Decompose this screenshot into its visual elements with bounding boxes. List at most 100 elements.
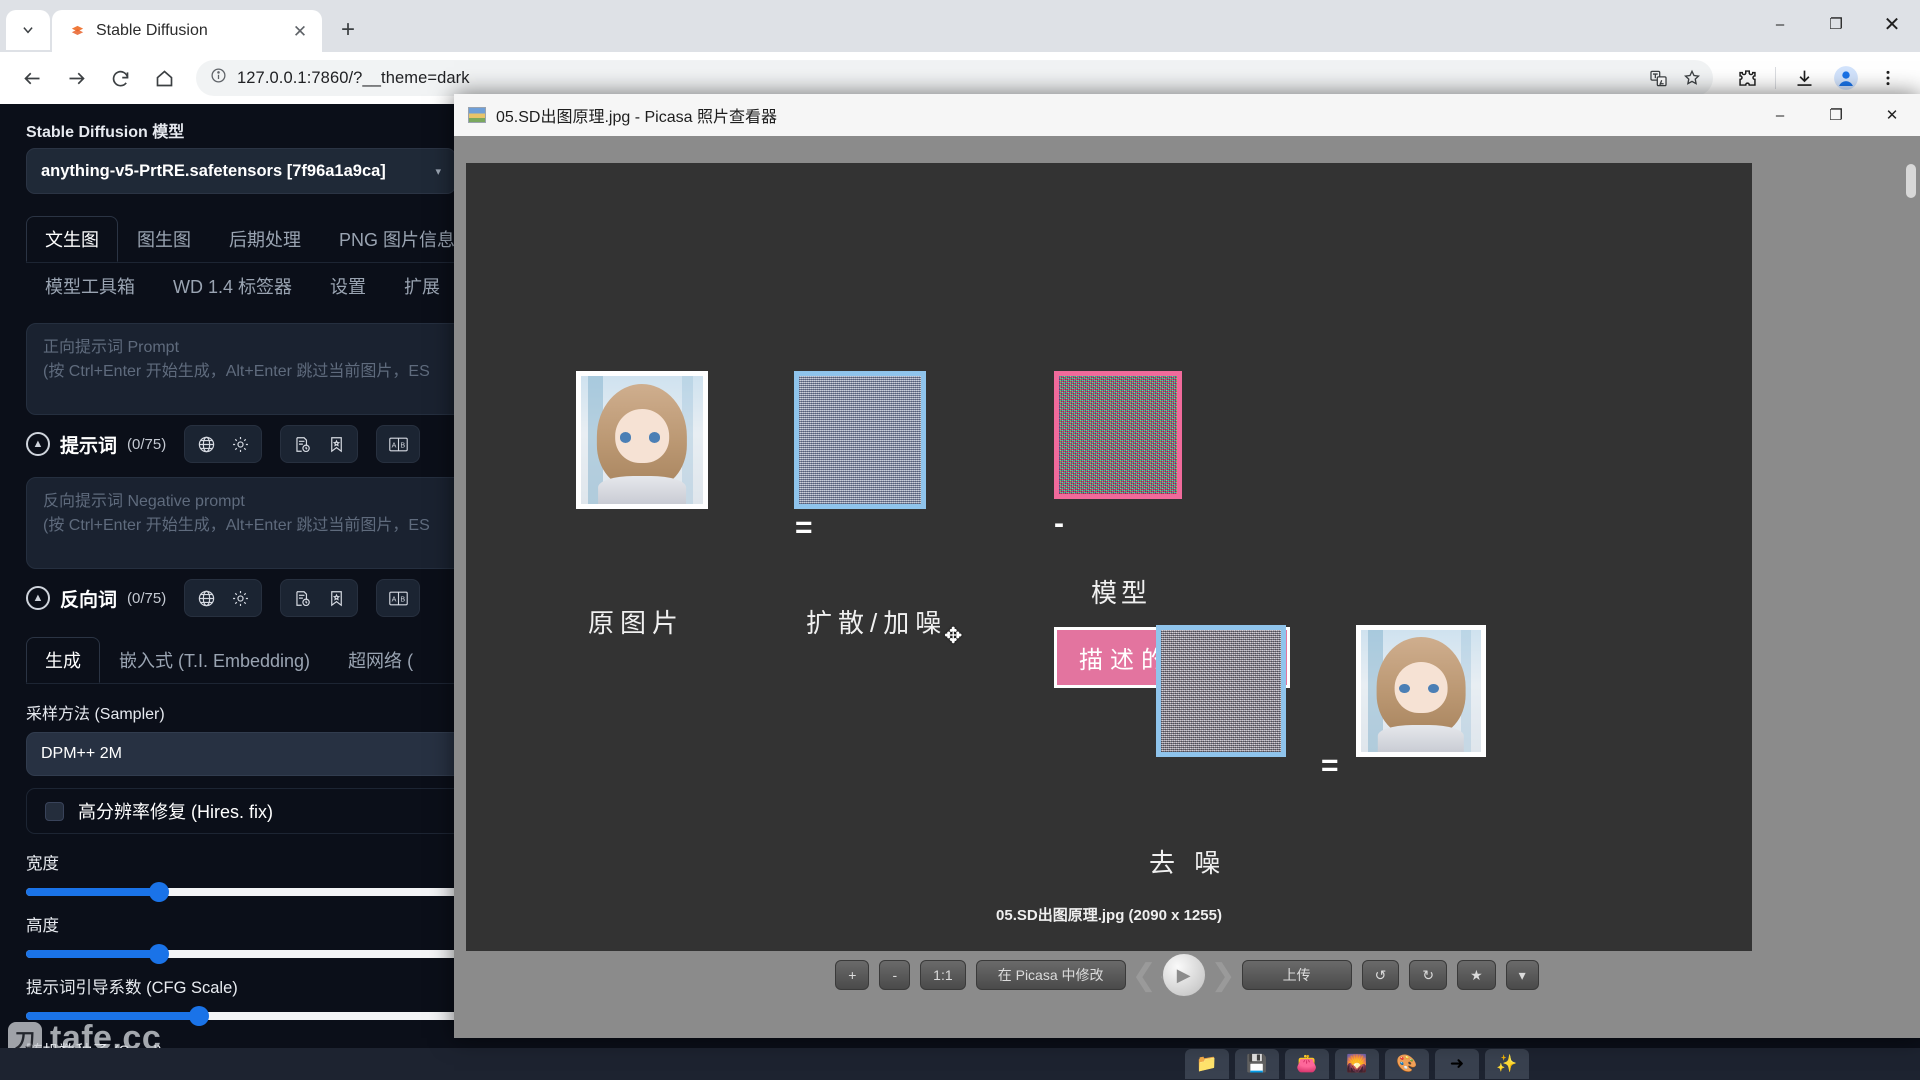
edit-in-picasa-button[interactable]: 在 Picasa 中修改 — [975, 960, 1126, 990]
tab-generation[interactable]: 生成 — [26, 637, 100, 683]
tab-img2img[interactable]: 图生图 — [118, 216, 210, 262]
model-select[interactable]: anything-v5-PrtRE.safetensors [7f96a1a9c… — [26, 148, 456, 194]
image-canvas[interactable]: = - 原图片 扩散/加噪 模型 描述的关键词 — [466, 163, 1752, 951]
more-options-button[interactable]: ▾ — [1505, 960, 1539, 990]
hires-fix-checkbox[interactable] — [45, 801, 64, 821]
tab-search-button[interactable] — [6, 10, 50, 50]
bookmark-icon[interactable] — [321, 430, 351, 458]
tab-extras[interactable]: 后期处理 — [210, 216, 320, 262]
back-button[interactable] — [12, 58, 52, 98]
back-arrow-icon — [23, 72, 39, 84]
slideshow-navigation: ❮❮ ▶ ❯❯ — [1132, 952, 1236, 998]
site-info-icon[interactable] — [210, 67, 227, 89]
upload-button[interactable]: 上传 — [1241, 960, 1352, 990]
tab-txt2img[interactable]: 文生图 — [26, 216, 118, 262]
svg-text:B: B — [400, 441, 405, 449]
globe-icon[interactable] — [191, 584, 221, 612]
tab-embedding[interactable]: 嵌入式 (T.I. Embedding) — [100, 637, 329, 683]
negative-token-count: (0/75) — [127, 589, 167, 607]
tab-hypernetwork[interactable]: 超网络 ( — [329, 637, 432, 683]
browser-menu-button[interactable] — [1868, 58, 1908, 98]
omnibox-actions — [1641, 62, 1709, 94]
picasa-title-bar: 05.SD出图原理.jpg - Picasa 照片查看器 – ❐ ✕ — [454, 94, 1920, 136]
picasa-close-button[interactable]: ✕ — [1864, 94, 1920, 136]
chevron-down-icon: ▾ — [435, 165, 441, 178]
star-button[interactable]: ★ — [1457, 960, 1496, 990]
three-dot-menu-icon — [1886, 70, 1890, 86]
url-text: 127.0.0.1:7860/?__theme=dark — [237, 68, 470, 87]
globe-icon[interactable] — [191, 430, 221, 458]
diagram-minus: - — [1054, 507, 1064, 540]
collapse-icon[interactable]: ▲ — [26, 586, 50, 610]
diagram-result-image — [1356, 625, 1486, 757]
picasa-maximize-button[interactable]: ❐ — [1808, 94, 1864, 136]
star-icon[interactable] — [1675, 62, 1709, 94]
palette-icon[interactable]: 🎨 — [1385, 1049, 1429, 1079]
sparkle-icon[interactable]: ✨ — [1485, 1049, 1529, 1079]
negative-icon-group-1 — [184, 579, 263, 617]
rotate-right-button[interactable]: ↻ — [1409, 960, 1448, 990]
picasa-minimize-button[interactable]: – — [1752, 94, 1808, 136]
home-button[interactable] — [144, 58, 184, 98]
actual-size-button[interactable]: 1:1 — [920, 960, 966, 990]
photo-icon[interactable]: 🌄 — [1335, 1049, 1379, 1079]
minimize-button[interactable]: – — [1752, 0, 1808, 48]
svg-text:A: A — [391, 595, 396, 603]
bookmark-icon[interactable] — [321, 584, 351, 612]
zoom-in-button[interactable]: + — [835, 960, 870, 990]
prompt-token-count: (0/75) — [127, 435, 167, 453]
toolbar-separator — [1775, 67, 1776, 89]
ab-icon[interactable]: A B — [383, 584, 413, 612]
picasa-window-controls: – ❐ ✕ — [1752, 94, 1920, 136]
maximize-button[interactable]: ❐ — [1808, 0, 1864, 48]
sampler-value: DPM++ 2M — [41, 745, 122, 762]
profile-avatar-icon — [1834, 66, 1858, 90]
prompt-icon-group-2 — [280, 425, 359, 463]
tab-extensions[interactable]: 扩展 — [385, 263, 459, 309]
tab-wd-tagger[interactable]: WD 1.4 标签器 — [154, 263, 311, 309]
translate-icon[interactable] — [1641, 62, 1675, 94]
prompt-icon-group-3: A B — [376, 425, 421, 463]
move-cursor-icon: ✥ — [944, 623, 963, 648]
save-icon[interactable]: 💾 — [1235, 1049, 1279, 1079]
picasa-scrollbar[interactable] — [1906, 164, 1916, 198]
history-icon[interactable] — [287, 584, 317, 612]
extensions-button[interactable] — [1727, 58, 1767, 98]
picasa-window-title: 05.SD出图原理.jpg - Picasa 照片查看器 — [496, 109, 777, 126]
collapse-icon[interactable]: ▲ — [26, 432, 50, 456]
gear-icon[interactable] — [225, 584, 255, 612]
address-bar[interactable]: 127.0.0.1:7860/?__theme=dark — [196, 60, 1713, 96]
negative-icon-group-2 — [280, 579, 359, 617]
play-button[interactable]: ▶ — [1161, 953, 1206, 997]
svg-text:B: B — [400, 595, 405, 603]
taskbar: 📁 💾 👛 🌄 🎨 ➜ ✨ — [0, 1048, 1920, 1080]
new-tab-button[interactable]: + — [330, 12, 366, 48]
downloads-button[interactable] — [1784, 58, 1824, 98]
chevron-down-icon — [23, 27, 33, 34]
stable-diffusion-icon — [68, 22, 86, 40]
caption-model: 模型 — [1091, 578, 1152, 608]
folder-icon[interactable]: 📁 — [1185, 1049, 1229, 1079]
profile-button[interactable] — [1826, 58, 1866, 98]
gear-icon[interactable] — [225, 430, 255, 458]
history-icon[interactable] — [287, 430, 317, 458]
tab-png-info[interactable]: PNG 图片信息 — [320, 216, 474, 262]
tab-model-toolbox[interactable]: 模型工具箱 — [26, 263, 154, 309]
browser-tab[interactable]: Stable Diffusion ✕ — [52, 10, 322, 52]
caption-original: 原图片 — [588, 608, 685, 638]
negative-section-title: 反向词 — [60, 589, 118, 611]
diffusion-diagram: = - 原图片 扩散/加噪 模型 描述的关键词 — [466, 163, 1752, 951]
diagram-equals-1: = — [795, 511, 813, 544]
close-icon[interactable]: ✕ — [288, 19, 312, 43]
zoom-out-button[interactable]: - — [879, 960, 911, 990]
picasa-photo-viewer-window: 05.SD出图原理.jpg - Picasa 照片查看器 – ❐ ✕ = - 原… — [454, 94, 1920, 1038]
forward-button[interactable] — [56, 58, 96, 98]
cursor-icon[interactable]: ➜ — [1435, 1049, 1479, 1079]
tab-settings[interactable]: 设置 — [311, 263, 385, 309]
reload-button[interactable] — [100, 58, 140, 98]
ab-icon[interactable]: A B — [383, 430, 413, 458]
rotate-left-button[interactable]: ↺ — [1361, 960, 1400, 990]
window-controls: – ❐ ✕ — [1752, 0, 1920, 48]
close-window-button[interactable]: ✕ — [1864, 0, 1920, 48]
wallet-icon[interactable]: 👛 — [1285, 1049, 1329, 1079]
